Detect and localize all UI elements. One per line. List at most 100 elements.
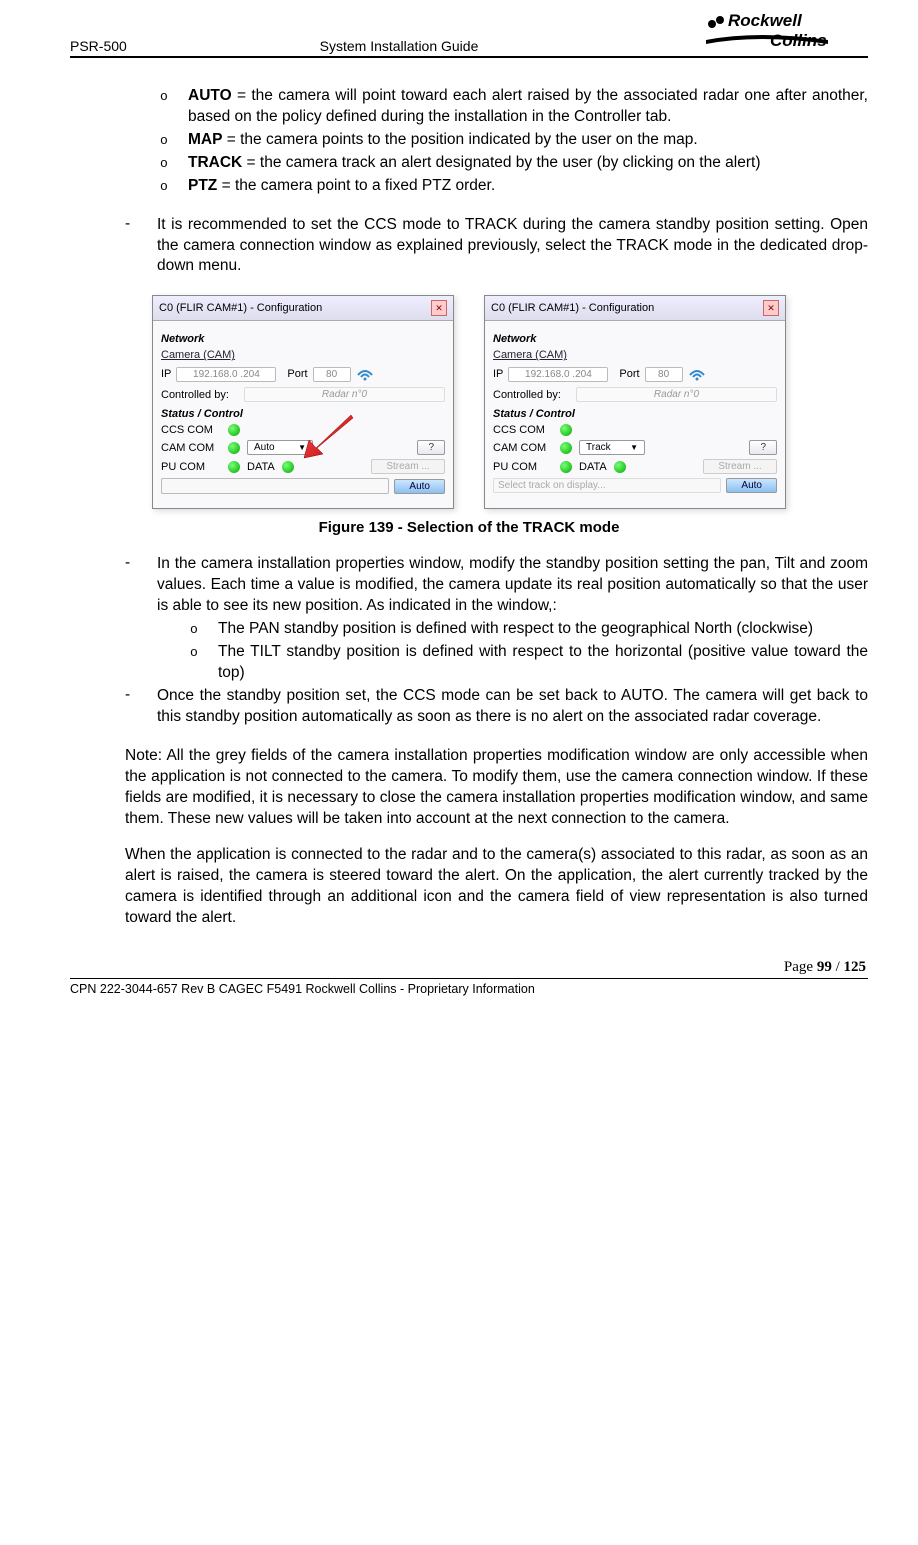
figure-139: C0 (FLIR CAM#1) - Configuration ✕ Networ… bbox=[70, 295, 868, 536]
bullet-circle: o bbox=[160, 130, 188, 151]
header-left: PSR-500 bbox=[70, 38, 190, 54]
header-logo: Rockwell Collins bbox=[648, 10, 868, 54]
dash-list: - It is recommended to set the CCS mode … bbox=[125, 215, 868, 278]
term-map: MAP bbox=[188, 131, 222, 148]
list-item: - In the camera installation properties … bbox=[125, 554, 868, 617]
ip-field[interactable]: 192.168.0 .204 bbox=[176, 367, 276, 382]
dash2-sublist: o The PAN standby position is defined wi… bbox=[190, 619, 868, 684]
cam-label: CAM COM bbox=[493, 442, 553, 454]
mode-definitions: o AUTO = the camera will point toward ea… bbox=[160, 86, 868, 197]
track-hint-field: Select track on display... bbox=[493, 478, 721, 493]
def-text: = the camera point to a fixed PTZ order. bbox=[217, 177, 495, 194]
list-item: - Once the standby position set, the CCS… bbox=[125, 686, 868, 728]
wifi-icon[interactable] bbox=[688, 365, 706, 383]
status-dot-green bbox=[560, 424, 572, 436]
help-button[interactable]: ? bbox=[749, 440, 777, 455]
status-dot-green bbox=[228, 424, 240, 436]
camera-link[interactable]: Camera (CAM) bbox=[161, 349, 445, 361]
term-ptz: PTZ bbox=[188, 177, 217, 194]
sub-text: The PAN standby position is defined with… bbox=[218, 619, 868, 640]
page-current: 99 bbox=[817, 959, 832, 975]
last-paragraph: When the application is connected to the… bbox=[125, 845, 868, 929]
section-network: Network bbox=[493, 333, 777, 345]
config-panel-right: C0 (FLIR CAM#1) - Configuration ✕ Networ… bbox=[484, 295, 786, 509]
dropdown-value: Track bbox=[586, 442, 611, 453]
dash-text: Once the standby position set, the CCS m… bbox=[157, 686, 868, 728]
ip-label: IP bbox=[493, 368, 503, 380]
controlled-by-label: Controlled by: bbox=[493, 389, 571, 401]
radar-field: Radar n°0 bbox=[244, 387, 445, 402]
status-dot-green bbox=[228, 442, 240, 454]
data-label: DATA bbox=[579, 461, 607, 473]
svg-text:Rockwell: Rockwell bbox=[728, 11, 803, 30]
figure-caption: Figure 139 - Selection of the TRACK mode bbox=[70, 519, 868, 536]
list-item: o MAP = the camera points to the positio… bbox=[160, 130, 868, 151]
list-item: o PTZ = the camera point to a fixed PTZ … bbox=[160, 176, 868, 197]
pu-label: PU COM bbox=[493, 461, 553, 473]
port-field[interactable]: 80 bbox=[313, 367, 351, 382]
mode-dropdown[interactable]: Track▼ bbox=[579, 440, 645, 455]
dash-text: It is recommended to set the CCS mode to… bbox=[157, 215, 868, 278]
section-status: Status / Control bbox=[493, 408, 777, 420]
page-prefix: Page bbox=[784, 959, 817, 975]
panel-titlebar: C0 (FLIR CAM#1) - Configuration ✕ bbox=[485, 296, 785, 321]
pu-label: PU COM bbox=[161, 461, 221, 473]
help-button[interactable]: ? bbox=[417, 440, 445, 455]
cam-label: CAM COM bbox=[161, 442, 221, 454]
dash2-intro: In the camera installation properties wi… bbox=[157, 555, 868, 614]
config-panel-left: C0 (FLIR CAM#1) - Configuration ✕ Networ… bbox=[152, 295, 454, 509]
status-dot-green bbox=[614, 461, 626, 473]
camera-link[interactable]: Camera (CAM) bbox=[493, 349, 777, 361]
close-icon[interactable]: ✕ bbox=[431, 300, 447, 316]
bullet-circle: o bbox=[190, 642, 218, 684]
bullet-circle: o bbox=[160, 86, 188, 128]
rockwell-collins-logo: Rockwell Collins bbox=[698, 10, 868, 54]
header-center: System Installation Guide bbox=[190, 38, 648, 54]
page-content: o AUTO = the camera will point toward ea… bbox=[70, 86, 868, 929]
footer-line: CPN 222-3044-657 Rev B CAGEC F5491 Rockw… bbox=[70, 978, 868, 996]
dash-text: In the camera installation properties wi… bbox=[157, 554, 868, 617]
def-text: = the camera will point toward each aler… bbox=[188, 87, 868, 125]
list-item: - It is recommended to set the CCS mode … bbox=[125, 215, 868, 278]
port-field[interactable]: 80 bbox=[645, 367, 683, 382]
list-item: o The PAN standby position is defined wi… bbox=[190, 619, 868, 640]
port-label: Port bbox=[287, 368, 307, 380]
wifi-icon[interactable] bbox=[356, 365, 374, 383]
controlled-by-label: Controlled by: bbox=[161, 389, 239, 401]
ip-label: IP bbox=[161, 368, 171, 380]
note-paragraph: Note: All the grey fields of the camera … bbox=[125, 746, 868, 830]
stream-button[interactable]: Stream ... bbox=[703, 459, 777, 474]
empty-field bbox=[161, 478, 389, 494]
stream-button[interactable]: Stream ... bbox=[371, 459, 445, 474]
close-icon[interactable]: ✕ bbox=[763, 300, 779, 316]
page-footer: Page 99 / 125 CPN 222-3044-657 Rev B CAG… bbox=[70, 959, 868, 996]
list-item: o The TILT standby position is defined w… bbox=[190, 642, 868, 684]
sub-text: The TILT standby position is defined wit… bbox=[218, 642, 868, 684]
panel-title-text: C0 (FLIR CAM#1) - Configuration bbox=[491, 302, 654, 314]
port-label: Port bbox=[619, 368, 639, 380]
bullet-circle: o bbox=[160, 176, 188, 197]
dash-bullet: - bbox=[125, 215, 157, 278]
term-track: TRACK bbox=[188, 154, 242, 171]
dropdown-value: Auto bbox=[254, 442, 275, 453]
red-arrow-callout bbox=[301, 410, 361, 460]
bullet-circle: o bbox=[160, 153, 188, 174]
section-network: Network bbox=[161, 333, 445, 345]
status-dot-green bbox=[560, 442, 572, 454]
ccs-label: CCS COM bbox=[493, 424, 553, 436]
dash-bullet: - bbox=[125, 554, 157, 617]
bullet-circle: o bbox=[190, 619, 218, 640]
list-item: o AUTO = the camera will point toward ea… bbox=[160, 86, 868, 128]
dash-list: - Once the standby position set, the CCS… bbox=[125, 686, 868, 728]
auto-button[interactable]: Auto bbox=[726, 478, 777, 493]
ip-field[interactable]: 192.168.0 .204 bbox=[508, 367, 608, 382]
list-item: o TRACK = the camera track an alert desi… bbox=[160, 153, 868, 174]
panel-titlebar: C0 (FLIR CAM#1) - Configuration ✕ bbox=[153, 296, 453, 321]
auto-button[interactable]: Auto bbox=[394, 479, 445, 494]
ccs-label: CCS COM bbox=[161, 424, 221, 436]
panel-title-text: C0 (FLIR CAM#1) - Configuration bbox=[159, 302, 322, 314]
page-sep: / bbox=[832, 959, 844, 975]
status-dot-green bbox=[228, 461, 240, 473]
status-dot-green bbox=[282, 461, 294, 473]
page-total: 125 bbox=[844, 959, 867, 975]
